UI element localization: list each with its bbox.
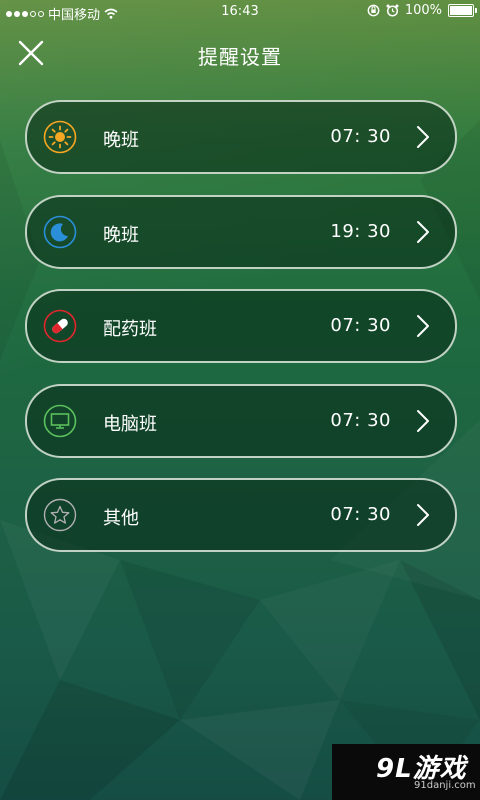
reminder-time: 07: 30	[330, 315, 391, 336]
chevron-right-icon	[417, 504, 429, 526]
reminder-item[interactable]: 其他 07: 30	[25, 478, 457, 552]
reminder-label: 晚班	[103, 224, 139, 246]
watermark-url: 91danji.com	[414, 780, 476, 791]
moon-icon	[43, 215, 77, 249]
header: 提醒设置	[0, 30, 480, 76]
reminder-time: 07: 30	[330, 504, 391, 525]
star-icon	[43, 498, 77, 532]
watermark: 9L游戏 91danji.com	[332, 744, 480, 800]
reminder-time: 07: 30	[330, 409, 391, 431]
reminder-time: 07: 30	[330, 126, 391, 147]
chevron-right-icon	[417, 315, 429, 337]
reminder-list: 晚班 07: 30 晚班 19: 30 配药班 07: 30 电脑班 07: 3…	[25, 100, 457, 573]
status-bar: 中国移动 16:43 100%	[0, 0, 480, 24]
battery-percent: 100%	[404, 3, 442, 18]
alarm-icon	[386, 4, 399, 17]
rotation-lock-icon	[367, 4, 380, 17]
reminder-label: 晚班	[103, 130, 139, 151]
battery-icon	[448, 4, 477, 17]
reminder-label: 其他	[103, 508, 139, 529]
reminder-item[interactable]: 晚班 07: 30	[25, 100, 457, 174]
chevron-right-icon	[417, 220, 429, 243]
sun-icon	[43, 120, 77, 154]
reminder-item[interactable]: 晚班 19: 30	[25, 194, 457, 269]
reminder-label: 电脑班	[103, 413, 157, 435]
chevron-right-icon	[417, 409, 429, 432]
monitor-icon	[43, 404, 77, 438]
page-title: 提醒设置	[198, 45, 282, 69]
status-right: 100%	[367, 3, 477, 18]
reminder-item[interactable]: 电脑班 07: 30	[25, 383, 457, 458]
reminder-item[interactable]: 配药班 07: 30	[25, 289, 457, 363]
reminder-time: 19: 30	[330, 220, 391, 242]
pill-icon	[43, 309, 77, 343]
reminder-label: 配药班	[103, 319, 157, 340]
chevron-right-icon	[417, 126, 429, 148]
battery-fill	[450, 6, 472, 15]
